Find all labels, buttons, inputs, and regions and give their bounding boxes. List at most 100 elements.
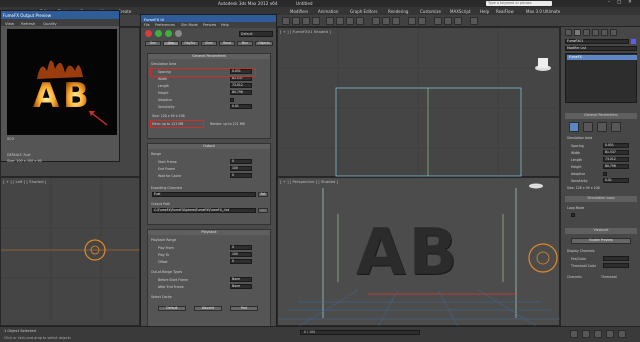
fumefx-menu-help[interactable]: Help (221, 23, 229, 27)
play-to-field[interactable]: 100 (230, 252, 252, 257)
viewport-perspective[interactable]: [ + ] [ Perspective ] [ Shaded ] AB (277, 177, 561, 327)
stack-item[interactable]: FumeFX (567, 55, 637, 60)
redo-icon[interactable] (292, 17, 300, 25)
object-color-swatch[interactable] (631, 39, 636, 44)
post-cache-button[interactable]: Post (230, 306, 258, 311)
create-tab-icon[interactable] (565, 29, 572, 36)
tab-illum[interactable]: Illum (201, 41, 217, 46)
play-icon[interactable] (570, 330, 578, 338)
menu-item[interactable]: RealFlow (496, 9, 514, 14)
tab-rend[interactable]: Rend (219, 41, 235, 46)
motion-tab-icon[interactable] (592, 29, 599, 36)
cmd-width-field[interactable]: 81.537 (603, 150, 629, 155)
select-icon[interactable] (326, 17, 334, 25)
undo-icon[interactable] (282, 17, 290, 25)
sensitivity-field[interactable]: 0.01 (230, 104, 252, 109)
unlink-icon[interactable] (312, 17, 320, 25)
preview-menu-view[interactable]: View (5, 21, 14, 26)
cmd-general-header[interactable]: General Parameters (565, 113, 637, 119)
stop-sim-icon[interactable] (175, 30, 182, 37)
loop-mode-checkbox[interactable] (571, 213, 575, 217)
rotate-icon[interactable] (346, 17, 354, 25)
snap-icon[interactable] (372, 17, 380, 25)
wait-field[interactable]: 0 (230, 173, 252, 178)
cmd-spacing-field[interactable]: 0.051 (603, 143, 629, 148)
browse-button[interactable]: ... (258, 208, 268, 213)
cmd-adaptive-checkbox[interactable] (603, 172, 607, 176)
viewport-left[interactable]: [ + ] [ Left ] [ Shaded ] (0, 177, 141, 327)
cmd-sensitivity-field[interactable]: 0.01 (603, 178, 629, 183)
fire-color-field[interactable] (603, 256, 629, 261)
play-from-field[interactable]: 0 (230, 245, 252, 250)
tab-sim[interactable]: Sim (163, 41, 179, 46)
sim-icon[interactable] (597, 122, 607, 132)
menu-item[interactable]: Max 3.0 Ultimate (526, 9, 560, 14)
cmd-length-field[interactable]: 73.012 (603, 157, 629, 162)
offset-field[interactable]: 0 (230, 259, 252, 264)
cmd-height-field[interactable]: 80.796 (603, 164, 629, 169)
general-header[interactable]: General Parameters (148, 54, 270, 59)
tab-obj-src[interactable]: Obj/Src (181, 41, 199, 46)
menu-item[interactable]: Help (480, 9, 489, 14)
output-path-field[interactable]: C:\FumeFX\FumeFXSphere\FumeFX\FumeFX_.fx… (152, 208, 256, 213)
wand-icon[interactable] (611, 122, 621, 132)
fumefx-menu-file[interactable]: File (144, 23, 150, 27)
enable-preview-button[interactable]: Enable Preview (571, 238, 631, 244)
render-icon[interactable] (454, 17, 462, 25)
default-cache-button[interactable]: Default (158, 306, 186, 311)
viewport-top[interactable]: [ + ] [ FumeFX01 Shaded ] (277, 27, 561, 178)
preview-menu-quality[interactable]: Quality (43, 21, 57, 26)
menu-item[interactable]: Animation (318, 9, 338, 14)
render-setup-icon[interactable] (444, 17, 452, 25)
orbit-icon[interactable] (618, 330, 626, 338)
move-icon[interactable] (336, 17, 344, 25)
modifier-list-dropdown[interactable]: Modifier List (565, 46, 637, 51)
angle-snap-icon[interactable] (382, 17, 390, 25)
percent-snap-icon[interactable] (392, 17, 400, 25)
grid-icon[interactable] (569, 122, 579, 132)
time-slider[interactable] (300, 330, 420, 335)
preset-dropdown[interactable]: Default (239, 31, 273, 37)
set-button[interactable]: Set (258, 192, 268, 197)
preview-menu-refresh[interactable]: Refresh (21, 21, 35, 26)
after-end-dropdown[interactable]: None (230, 284, 252, 289)
playback-header[interactable]: Playback (148, 230, 270, 235)
teapot-icon[interactable] (470, 17, 478, 25)
wavelet-sim-icon[interactable] (165, 30, 172, 37)
close-icon[interactable]: ✕ (628, 0, 632, 5)
before-start-dropdown[interactable]: None (230, 277, 252, 282)
next-frame-icon[interactable] (582, 330, 590, 338)
render-preview-icon[interactable] (583, 122, 593, 132)
menu-item[interactable]: Graph Editors (350, 9, 377, 14)
modify-tab-icon[interactable] (574, 29, 581, 36)
utilities-tab-icon[interactable] (610, 29, 617, 36)
menu-item[interactable]: Customize (420, 9, 441, 14)
link-icon[interactable] (302, 17, 310, 25)
start-sim-icon[interactable] (145, 30, 152, 37)
threshold-color-field[interactable] (603, 263, 629, 268)
start-frame-field[interactable]: 0 (230, 159, 252, 164)
menu-item[interactable]: Modifiers (290, 9, 308, 14)
scale-icon[interactable] (356, 17, 364, 25)
adaptive-checkbox[interactable] (230, 98, 234, 102)
material-editor-icon[interactable] (434, 17, 442, 25)
tab-blur[interactable]: Blur (237, 41, 253, 46)
mirror-icon[interactable] (408, 17, 416, 25)
maximize-button[interactable]: □ (617, 0, 621, 5)
height-field[interactable]: 80.796 (230, 90, 252, 95)
minimize-button[interactable]: – (608, 0, 610, 5)
fumefx-menu-prefs[interactable]: Preferences (155, 23, 175, 27)
length-field[interactable]: 73.012 (230, 83, 252, 88)
exporting-field[interactable]: Fuel (152, 192, 256, 197)
wavelet-cache-button[interactable]: Wavelet (194, 306, 222, 311)
object-name-field[interactable]: FumeFX01 (565, 39, 629, 44)
fumefx-menu-sim-mode[interactable]: Sim Mode (181, 23, 198, 27)
continue-sim-icon[interactable] (155, 30, 162, 37)
menu-item[interactable]: MAXScript (450, 9, 471, 14)
fumefx-menu-preview[interactable]: Preview (203, 23, 216, 27)
tab-gen[interactable]: Gen (145, 41, 161, 46)
end-frame-field[interactable]: 100 (230, 166, 252, 171)
display-tab-icon[interactable] (601, 29, 608, 36)
zoom-icon[interactable] (594, 330, 602, 338)
tab-objects[interactable]: Objects (255, 41, 273, 46)
